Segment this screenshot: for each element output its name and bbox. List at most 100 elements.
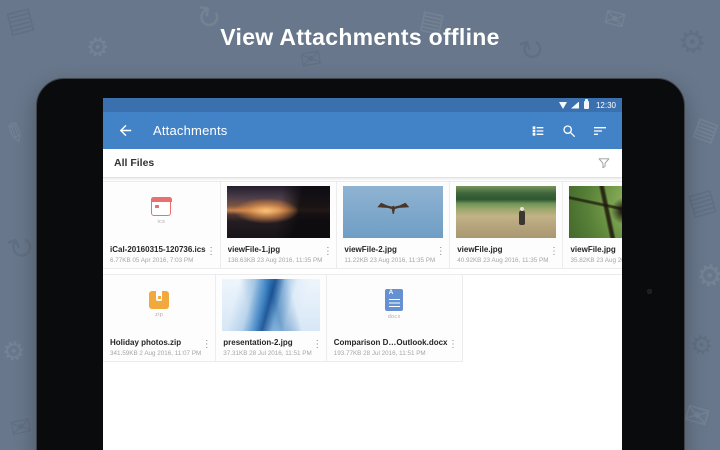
all-files-label: All Files xyxy=(114,157,155,169)
tablet-screen: 12:30 Attachments All Files ics iCal-201… xyxy=(103,98,622,450)
file-grid: ics iCal-20160315-120736.ics 6.77KB 05 A… xyxy=(103,178,622,362)
page-title: Attachments xyxy=(153,123,228,138)
banner-title: View Attachments offline xyxy=(220,24,500,50)
file-texts: Holiday photos.zip 341.59KB 2 Aug 2016, … xyxy=(110,338,201,357)
file-thumbnail xyxy=(337,182,449,240)
file-name: viewFile.jpg xyxy=(570,245,616,254)
overflow-menu-icon[interactable] xyxy=(435,245,446,257)
file-tile[interactable]: ics iCal-20160315-120736.ics 6.77KB 05 A… xyxy=(103,182,221,269)
file-type-caption: ics xyxy=(157,218,166,225)
pattern-gear-icon xyxy=(688,330,715,360)
pattern-refresh-icon xyxy=(3,228,39,267)
file-type-caption: zip xyxy=(155,311,164,318)
file-name: iCal-20160315-120736.ics xyxy=(110,245,206,254)
file-name: Holiday photos.zip xyxy=(110,338,182,347)
app-bar: Attachments xyxy=(103,112,622,149)
file-label-row: viewFile-2.jpg 11.22KB 23 Aug 2016, 11:3… xyxy=(337,240,449,264)
file-texts: presentation-2.jpg 37.31KB 28 Jul 2016, … xyxy=(223,338,311,357)
overflow-menu-icon[interactable] xyxy=(206,245,217,257)
pattern-gear-icon xyxy=(694,260,720,293)
file-thumbnail xyxy=(450,182,562,240)
file-name: viewFile-1.jpg xyxy=(227,245,281,254)
file-type-icon-wrap: ics xyxy=(103,182,220,240)
file-label-row: Holiday photos.zip 341.59KB 2 Aug 2016, … xyxy=(103,333,215,357)
status-time: 12:30 xyxy=(595,100,616,110)
thumbnail-park-path xyxy=(456,186,557,238)
thumbnail-blue-waves xyxy=(222,279,320,331)
back-button[interactable] xyxy=(117,122,134,139)
overflow-menu-icon[interactable] xyxy=(548,245,559,257)
thumbnail-plant-macro xyxy=(569,186,622,238)
pattern-gear-icon xyxy=(0,336,27,366)
file-tile[interactable]: viewFile-1.jpg 138.63KB 23 Aug 2016, 11:… xyxy=(220,182,338,269)
file-meta: 193.77KB 28 Jul 2016, 11:51 PM xyxy=(333,349,426,357)
sort-icon[interactable] xyxy=(592,123,608,139)
file-meta: 35.82KB 23 Aug 2016, 11:35 PM xyxy=(570,256,622,264)
pattern-pen-icon xyxy=(0,117,30,150)
thumbnail-sunset-railway xyxy=(226,186,331,238)
docx-file-icon xyxy=(385,288,404,311)
pattern-document-icon xyxy=(690,113,720,146)
ics-file-icon xyxy=(150,197,172,216)
file-grid-row: ics iCal-20160315-120736.ics 6.77KB 05 A… xyxy=(103,181,622,269)
file-thumbnail xyxy=(563,182,622,240)
file-label-row: viewFile-1.jpg 138.63KB 23 Aug 2016, 11:… xyxy=(221,240,337,264)
file-type-icon-wrap: docx xyxy=(327,275,462,333)
view-list-icon[interactable] xyxy=(530,123,546,139)
overflow-menu-icon[interactable] xyxy=(322,245,333,257)
file-name: Comparison D…Outlook.docx xyxy=(333,338,448,347)
file-texts: viewFile-2.jpg 11.22KB 23 Aug 2016, 11:3… xyxy=(344,245,435,264)
file-thumbnail: docx xyxy=(327,275,462,333)
file-grid-row: zip Holiday photos.zip 341.59KB 2 Aug 20… xyxy=(103,274,622,362)
pattern-mail-icon xyxy=(680,399,712,435)
pattern-document-icon xyxy=(684,185,720,222)
bird-silhouette xyxy=(377,202,410,214)
file-thumbnail xyxy=(216,275,325,333)
file-name: viewFile.jpg xyxy=(457,245,503,254)
battery-icon xyxy=(583,99,589,109)
file-texts: iCal-20160315-120736.ics 6.77KB 05 Apr 2… xyxy=(110,245,206,264)
funnel-icon[interactable] xyxy=(597,156,611,170)
all-files-bar: All Files xyxy=(103,149,622,178)
file-meta: 6.77KB 05 Apr 2016, 7:03 PM xyxy=(110,256,194,264)
file-meta: 138.63KB 23 Aug 2016, 11:35 PM xyxy=(227,256,323,264)
file-thumbnail xyxy=(221,182,337,240)
file-name: presentation-2.jpg xyxy=(223,338,293,347)
overflow-menu-icon[interactable] xyxy=(201,338,212,350)
search-icon[interactable] xyxy=(561,123,577,139)
file-label-row: viewFile.jpg 35.82KB 23 Aug 2016, 11:35 … xyxy=(563,240,622,264)
file-thumbnail: ics xyxy=(103,182,220,240)
promo-screenshot: View Attachments offline 12:30 Attachmen… xyxy=(0,0,720,450)
person-silhouette xyxy=(519,206,526,225)
file-texts: viewFile-1.jpg 138.63KB 23 Aug 2016, 11:… xyxy=(228,245,323,264)
file-tile[interactable]: presentation-2.jpg 37.31KB 28 Jul 2016, … xyxy=(216,275,327,362)
file-texts: Comparison D…Outlook.docx 193.77KB 28 Ju… xyxy=(334,338,448,357)
file-meta: 40.92KB 23 Aug 2016, 11:35 PM xyxy=(457,256,549,264)
file-tile[interactable]: viewFile.jpg 35.82KB 23 Aug 2016, 11:35 … xyxy=(563,182,622,269)
file-tile[interactable]: docx Comparison D…Outlook.docx 193.77KB … xyxy=(326,275,463,362)
file-type-caption: docx xyxy=(387,313,401,320)
file-texts: viewFile.jpg 40.92KB 23 Aug 2016, 11:35 … xyxy=(457,245,548,264)
status-bar: 12:30 xyxy=(103,98,622,112)
file-label-row: Comparison D…Outlook.docx 193.77KB 28 Ju… xyxy=(327,333,462,357)
file-name: viewFile-2.jpg xyxy=(344,245,397,254)
file-thumbnail: zip xyxy=(103,275,215,333)
thumbnail-bird-sky xyxy=(343,186,444,238)
overflow-menu-icon[interactable] xyxy=(448,338,459,350)
file-tile[interactable]: viewFile.jpg 40.92KB 23 Aug 2016, 11:35 … xyxy=(450,182,564,269)
file-type-icon-wrap: zip xyxy=(103,275,215,333)
file-label-row: presentation-2.jpg 37.31KB 28 Jul 2016, … xyxy=(216,333,325,357)
tablet-camera xyxy=(647,289,652,294)
file-meta: 341.59KB 2 Aug 2016, 11:07 PM xyxy=(110,349,202,357)
pattern-mail-icon xyxy=(8,412,35,442)
file-tile[interactable]: viewFile-2.jpg 11.22KB 23 Aug 2016, 11:3… xyxy=(337,182,451,269)
file-meta: 37.31KB 28 Jul 2016, 11:51 PM xyxy=(223,349,312,357)
zip-file-icon xyxy=(149,290,170,309)
file-tile[interactable]: zip Holiday photos.zip 341.59KB 2 Aug 20… xyxy=(103,275,217,362)
tablet-frame: 12:30 Attachments All Files ics iCal-201… xyxy=(36,78,685,450)
file-label-row: viewFile.jpg 40.92KB 23 Aug 2016, 11:35 … xyxy=(450,240,562,264)
overflow-menu-icon[interactable] xyxy=(312,338,323,350)
file-texts: viewFile.jpg 35.82KB 23 Aug 2016, 11:35 … xyxy=(570,245,622,264)
app-bar-actions xyxy=(530,123,608,139)
file-label-row: iCal-20160315-120736.ics 6.77KB 05 Apr 2… xyxy=(103,240,220,264)
